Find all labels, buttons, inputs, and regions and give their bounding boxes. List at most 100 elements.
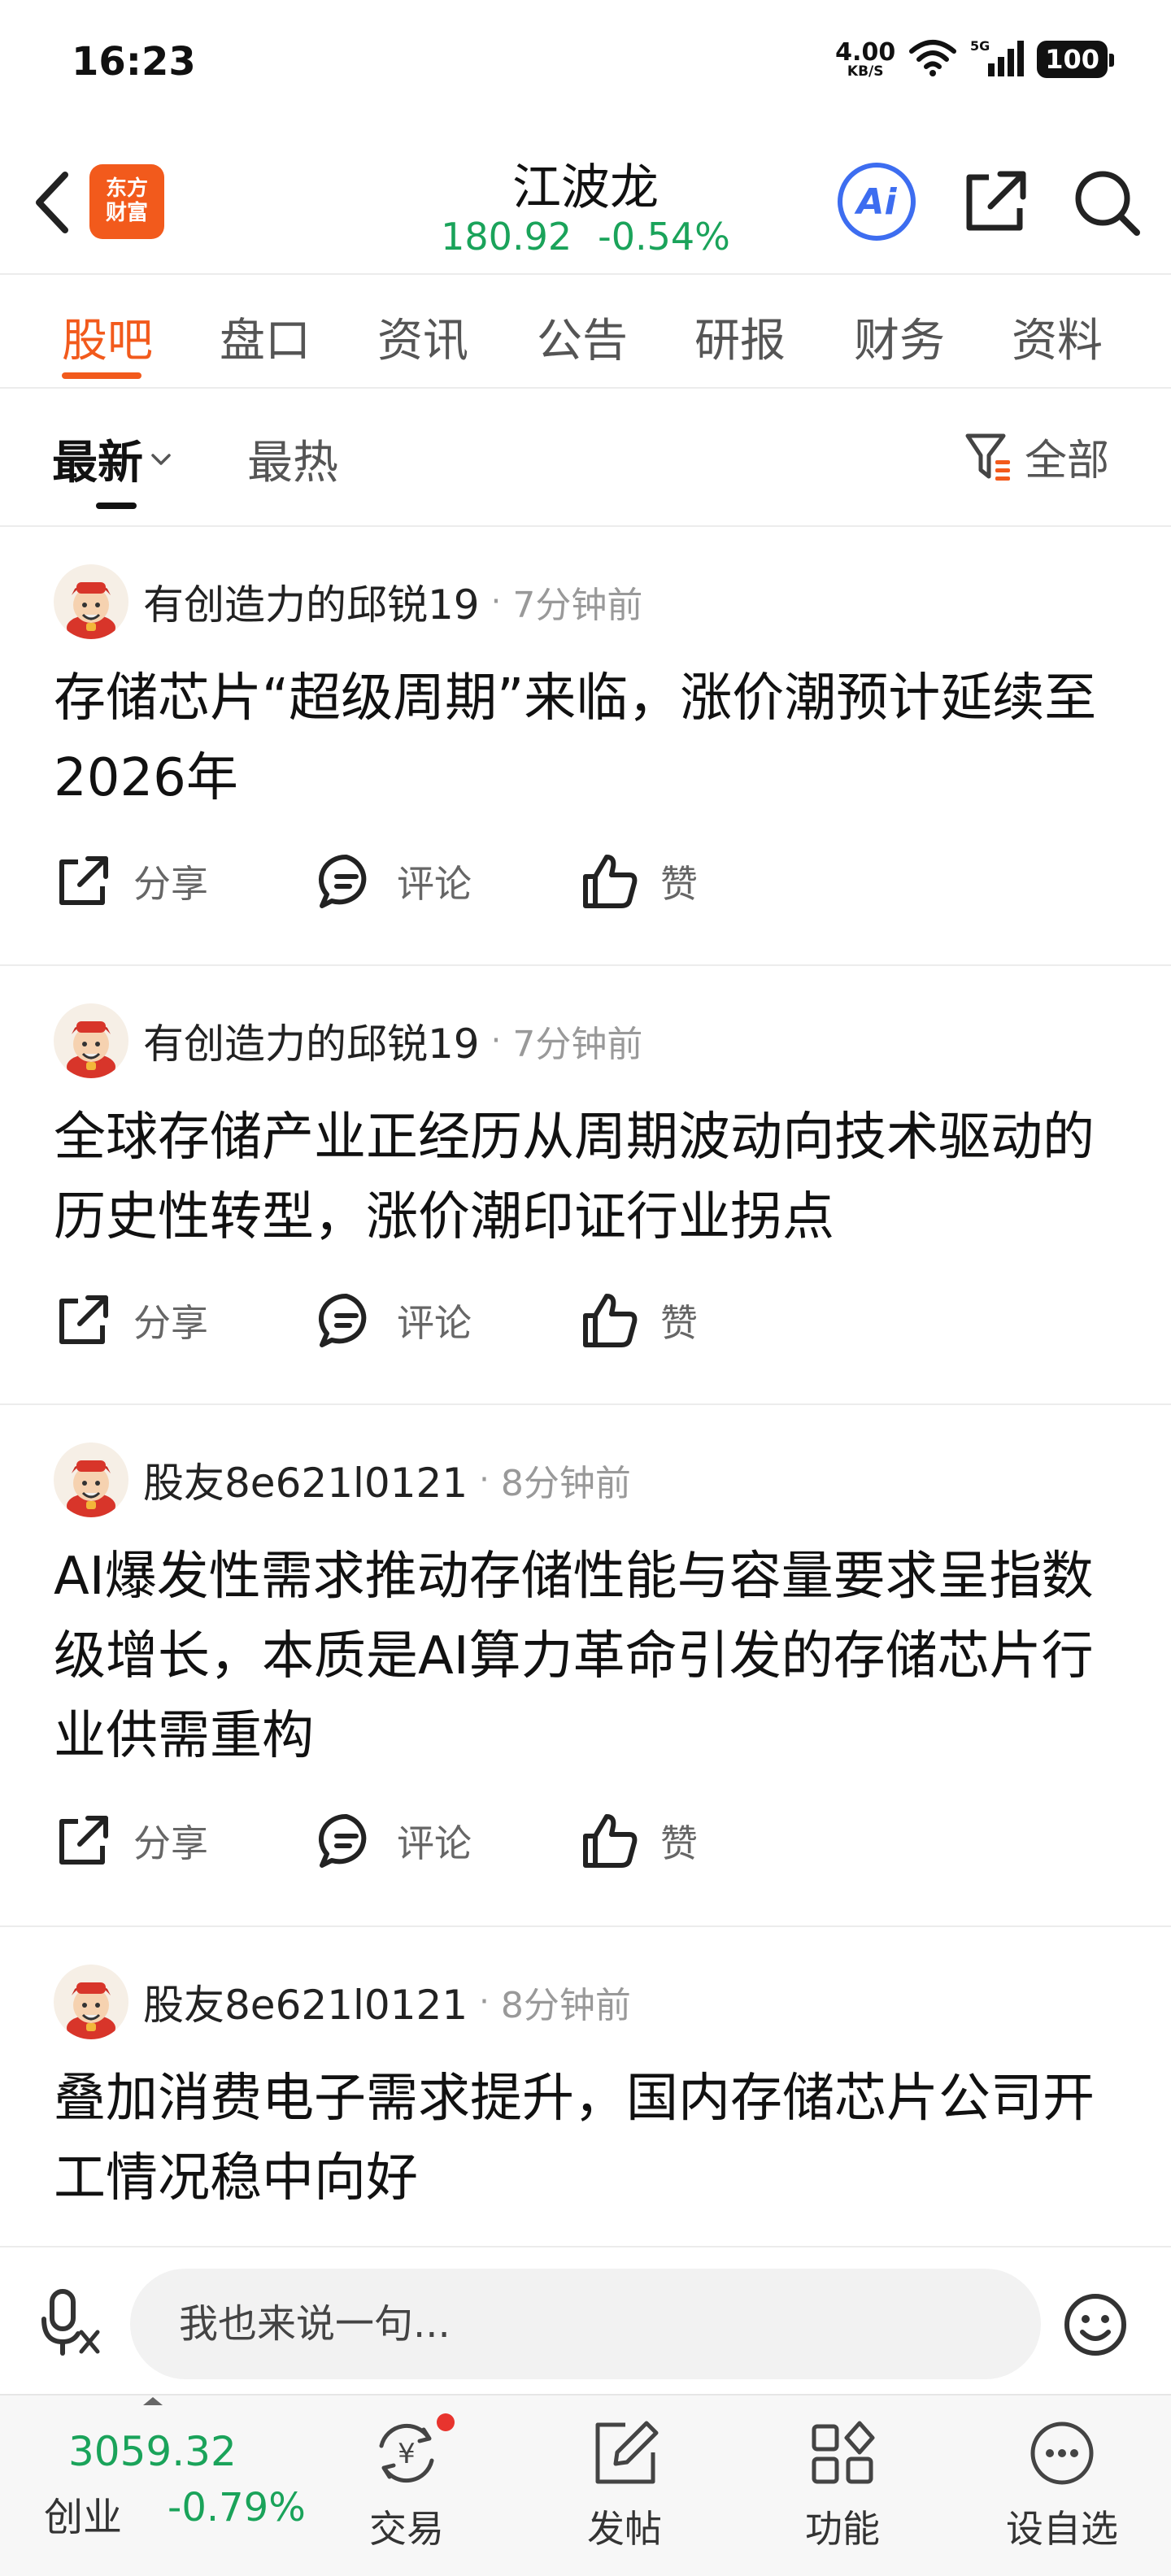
tab-guba[interactable]: 股吧 bbox=[62, 304, 153, 370]
post-item[interactable]: 有创造力的邱锐19 · 7分钟前 存储芯片“超级周期”来临，涨价潮预计延续至20… bbox=[0, 527, 1171, 966]
post-meta: 股友8e621l0121 · 8分钟前 bbox=[143, 1451, 631, 1509]
post-content[interactable]: 存储芯片“超级周期”来临，涨价潮预计延续至2026年 bbox=[54, 659, 1127, 818]
tab-news[interactable]: 资讯 bbox=[377, 304, 468, 370]
share-action[interactable]: 分享 bbox=[54, 852, 317, 911]
index-name: 创业 bbox=[44, 2495, 123, 2540]
index-value: 3059.32 bbox=[68, 2428, 237, 2475]
meta-separator: · bbox=[479, 1461, 490, 1499]
tab-announcements[interactable]: 公告 bbox=[537, 304, 628, 370]
user-avatar[interactable] bbox=[54, 1965, 128, 2039]
nav-add-watchlist-label: 设自选 bbox=[1006, 2507, 1118, 2551]
active-tab-indicator bbox=[62, 372, 141, 379]
filter-label: 全部 bbox=[1025, 437, 1110, 485]
network-speed-unit: KB/S bbox=[847, 63, 884, 80]
voice-input-button[interactable] bbox=[41, 2285, 106, 2358]
sort-hot-button[interactable]: 最热 bbox=[247, 426, 338, 492]
comment-action[interactable]: 评论 bbox=[317, 852, 581, 911]
share-icon bbox=[966, 171, 1026, 231]
post-actions: 分享 评论 赞 bbox=[54, 1812, 844, 1870]
post-time: 8分钟前 bbox=[500, 1985, 631, 2026]
share-label: 分享 bbox=[133, 1821, 208, 1865]
comment-input[interactable] bbox=[130, 2269, 1041, 2379]
share-action[interactable]: 分享 bbox=[54, 1812, 317, 1870]
filter-icon bbox=[965, 433, 1010, 481]
user-avatar[interactable] bbox=[54, 1003, 128, 1078]
author-name[interactable]: 股友8e621l0121 bbox=[143, 1451, 468, 1509]
meta-separator: · bbox=[490, 583, 502, 620]
author-name[interactable]: 有创造力的邱锐19 bbox=[143, 572, 480, 631]
post-actions: 分享 评论 赞 bbox=[54, 852, 844, 911]
meta-separator: · bbox=[479, 1983, 490, 2021]
network-speed: 4.00 KB/S bbox=[835, 37, 896, 80]
share-action[interactable]: 分享 bbox=[54, 1291, 317, 1350]
search-button[interactable] bbox=[1070, 166, 1143, 239]
svg-text:5G: 5G bbox=[970, 38, 990, 54]
author-name[interactable]: 股友8e621l0121 bbox=[143, 1973, 468, 2031]
nav-functions[interactable]: 功能 bbox=[761, 2417, 924, 2563]
notification-dot bbox=[437, 2413, 455, 2431]
share-label: 分享 bbox=[133, 862, 208, 906]
tab-research[interactable]: 研报 bbox=[694, 304, 786, 370]
post-content[interactable]: 叠加消费电子需求提升，国内存储芯片公司开工情况稳中向好 bbox=[54, 2059, 1127, 2218]
comment-action[interactable]: 评论 bbox=[317, 1812, 581, 1870]
post-time: 8分钟前 bbox=[500, 1463, 631, 1504]
caishen-avatar-icon bbox=[67, 1460, 115, 1517]
svg-text:¥: ¥ bbox=[398, 2438, 416, 2470]
status-bar: 16:23 4.00 KB/S 5G 100 bbox=[0, 0, 1171, 130]
comment-action[interactable]: 评论 bbox=[317, 1291, 581, 1350]
share-button[interactable] bbox=[958, 166, 1031, 239]
comment-bar bbox=[0, 2246, 1171, 2394]
emoji-button[interactable] bbox=[1062, 2291, 1129, 2358]
caishen-avatar-icon bbox=[67, 582, 115, 639]
network-speed-value: 4.00 bbox=[835, 37, 896, 67]
comment-label: 评论 bbox=[397, 1821, 472, 1865]
chevron-down-icon bbox=[151, 453, 171, 465]
sort-bar: 最新 最热 全部 bbox=[0, 389, 1171, 527]
sort-active-indicator bbox=[96, 503, 137, 509]
tab-pankou[interactable]: 盘口 bbox=[220, 304, 311, 370]
thumbs-up-icon bbox=[581, 852, 639, 911]
post-time: 7分钟前 bbox=[512, 1024, 643, 1065]
meta-separator: · bbox=[490, 1022, 502, 1060]
post-actions: 分享 评论 赞 bbox=[54, 1291, 844, 1350]
sort-latest-button[interactable]: 最新 bbox=[52, 426, 172, 492]
post-item[interactable]: 有创造力的邱锐19 · 7分钟前 全球存储产业正经历从周期波动向技术驱动的历史性… bbox=[0, 966, 1171, 1405]
like-action[interactable]: 赞 bbox=[581, 852, 844, 911]
like-action[interactable]: 赞 bbox=[581, 1812, 844, 1870]
filter-button[interactable]: 全部 bbox=[964, 426, 1109, 487]
post-meta: 股友8e621l0121 · 8分钟前 bbox=[143, 1973, 631, 2031]
trade-icon: ¥ bbox=[370, 2413, 455, 2490]
like-action[interactable]: 赞 bbox=[581, 1291, 844, 1350]
user-avatar[interactable] bbox=[54, 564, 128, 639]
thumbs-up-icon bbox=[581, 1812, 639, 1870]
tab-financials[interactable]: 财务 bbox=[854, 304, 945, 370]
nav-trade[interactable]: ¥ 交易 bbox=[325, 2413, 488, 2563]
ai-assistant-button[interactable]: Ai bbox=[838, 163, 916, 241]
comment-icon bbox=[317, 852, 376, 911]
nav-add-watchlist[interactable]: 设自选 bbox=[981, 2417, 1143, 2563]
user-avatar[interactable] bbox=[54, 1442, 128, 1517]
nav-post[interactable]: 发帖 bbox=[543, 2417, 706, 2563]
market-index-widget[interactable]: 3059.32 创业 -0.79% bbox=[24, 2395, 317, 2576]
index-change: -0.79% bbox=[168, 2485, 306, 2530]
post-item[interactable]: 股友8e621l0121 · 8分钟前 AI爆发性需求推动存储性能与容量要求呈指… bbox=[0, 1405, 1171, 1927]
more-circle-icon bbox=[1025, 2417, 1099, 2490]
wifi-icon bbox=[908, 38, 957, 80]
stock-header: 东方 财富 江波龙 180.92 -0.54% Ai bbox=[0, 130, 1171, 275]
tab-profile[interactable]: 资料 bbox=[1012, 304, 1103, 370]
post-item[interactable]: 股友8e621l0121 · 8分钟前 叠加消费电子需求提升，国内存储芯片公司开… bbox=[0, 1927, 1171, 2246]
comment-icon bbox=[317, 1291, 376, 1350]
author-name[interactable]: 有创造力的邱锐19 bbox=[143, 1012, 480, 1070]
grid-apps-icon bbox=[806, 2417, 879, 2490]
bottom-navigation: 3059.32 创业 -0.79% ¥ 交易 发帖 功能 设自选 bbox=[0, 2394, 1171, 2576]
sort-latest-label: 最新 bbox=[52, 437, 143, 490]
share-icon bbox=[54, 1812, 112, 1870]
comment-label: 评论 bbox=[397, 862, 472, 906]
share-label: 分享 bbox=[133, 1301, 208, 1345]
post-content[interactable]: AI爆发性需求推动存储性能与容量要求呈指数级增长，本质是AI算力革命引发的存储芯… bbox=[54, 1537, 1127, 1776]
microphone-icon bbox=[41, 2289, 100, 2356]
section-tabs: 股吧 盘口 资讯 公告 研报 财务 资料 bbox=[0, 275, 1171, 389]
thumbs-up-icon bbox=[581, 1291, 639, 1350]
post-content[interactable]: 全球存储产业正经历从周期波动向技术驱动的历史性转型，涨价潮印证行业拐点 bbox=[54, 1098, 1127, 1257]
status-icons: 4.00 KB/S 5G 100 bbox=[835, 37, 1114, 81]
